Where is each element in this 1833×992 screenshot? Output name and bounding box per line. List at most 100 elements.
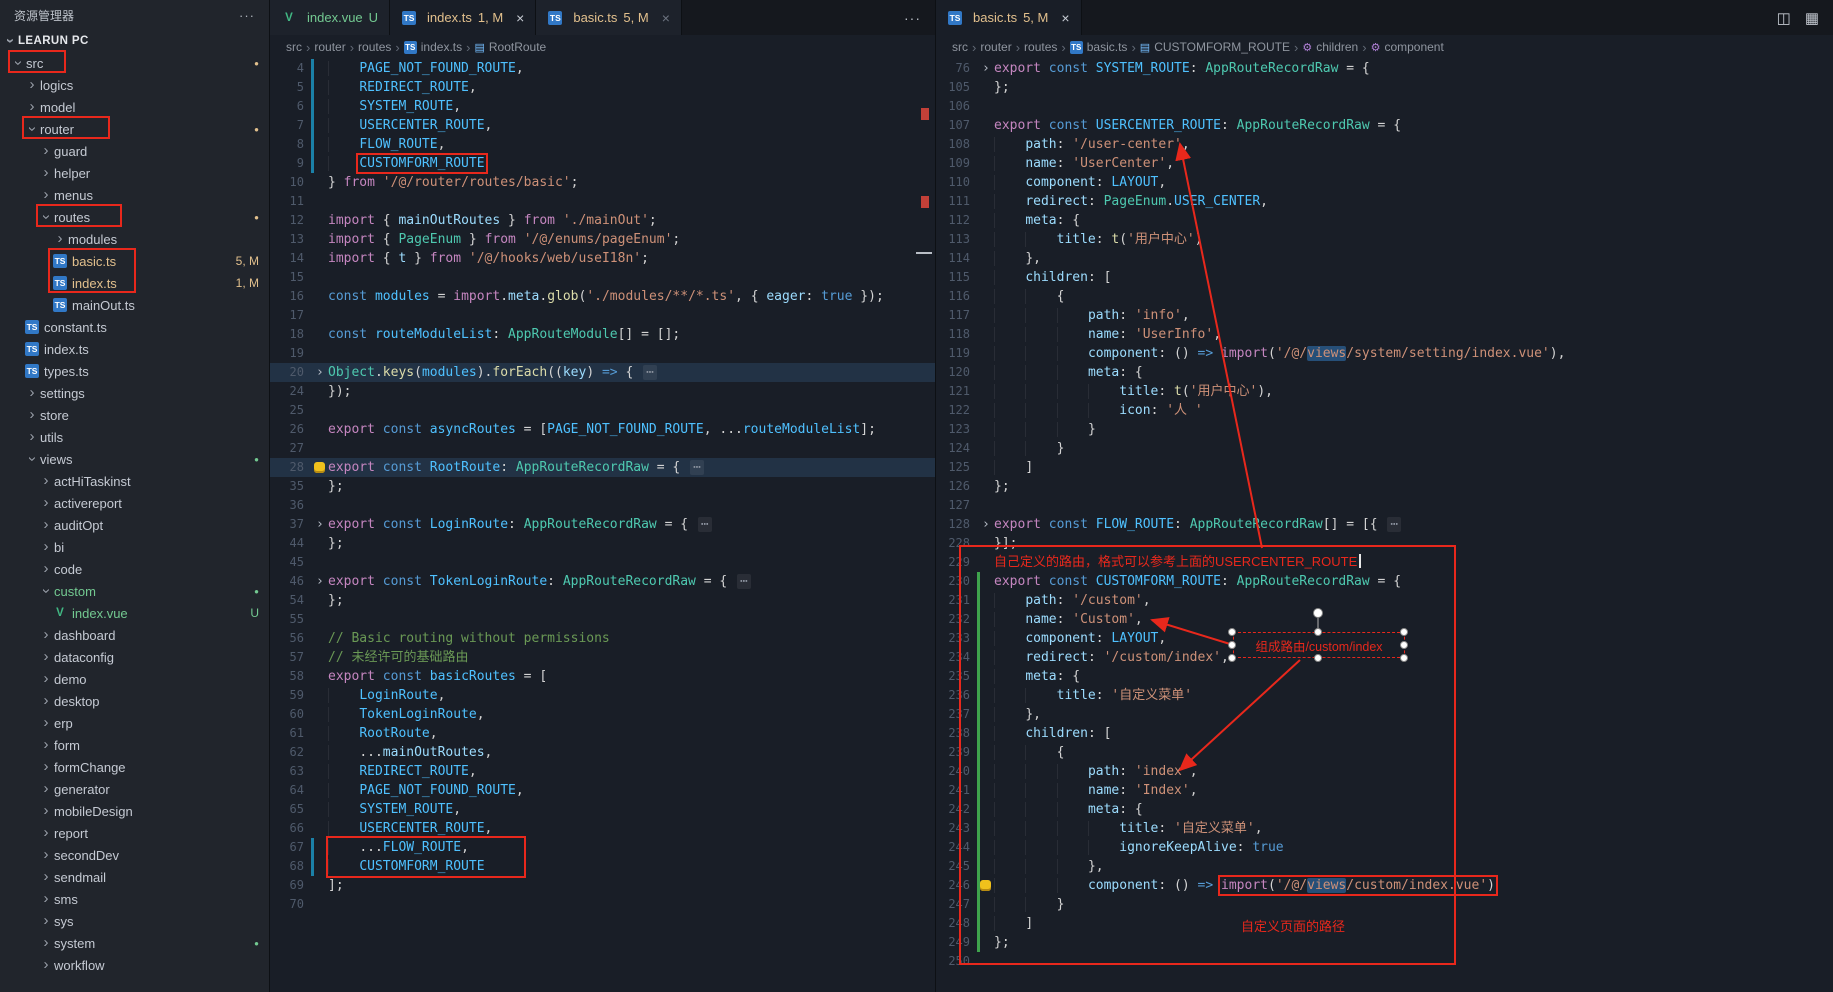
- fold-chevron-icon[interactable]: ›: [316, 572, 324, 591]
- code-line-62[interactable]: 62 ...mainOutRoutes,: [270, 743, 935, 762]
- tree-item-menus[interactable]: ›menus: [0, 184, 269, 206]
- code-line-45[interactable]: 45: [270, 553, 935, 572]
- tree-item-src[interactable]: ›src●: [0, 52, 269, 74]
- editor-right[interactable]: 76›export const SYSTEM_ROUTE: AppRouteRe…: [936, 59, 1833, 971]
- code-line-69[interactable]: 69];: [270, 876, 935, 895]
- code-line-108[interactable]: 108 path: '/user-center',: [936, 135, 1833, 154]
- code-line-14[interactable]: 14import { t } from '/@/hooks/web/useI18…: [270, 249, 935, 268]
- breadcrumb-item-component[interactable]: ⚙component: [1371, 40, 1444, 54]
- code-line-68[interactable]: 68 CUSTOMFORM_ROUTE: [270, 857, 935, 876]
- tree-item-helper[interactable]: ›helper: [0, 162, 269, 184]
- tree-item-erp[interactable]: ›erp: [0, 712, 269, 734]
- code-line-231[interactable]: 231 path: '/custom',: [936, 591, 1833, 610]
- explorer-section-header[interactable]: › LEARUN PC: [0, 30, 269, 52]
- tree-item-views[interactable]: ›views●: [0, 448, 269, 470]
- tree-item-sendmail[interactable]: ›sendmail: [0, 866, 269, 888]
- code-line-35[interactable]: 35};: [270, 477, 935, 496]
- code-line-239[interactable]: 239 {: [936, 743, 1833, 762]
- close-icon[interactable]: ×: [1061, 12, 1069, 24]
- code-line-46[interactable]: 46›export const TokenLoginRoute: AppRout…: [270, 572, 935, 591]
- tree-item-mainOut.ts[interactable]: TSmainOut.ts: [0, 294, 269, 316]
- code-line-113[interactable]: 113 title: t('用户中心'): [936, 230, 1833, 249]
- code-line-25[interactable]: 25: [270, 401, 935, 420]
- tree-item-report[interactable]: ›report: [0, 822, 269, 844]
- code-line-249[interactable]: 249};: [936, 933, 1833, 952]
- tree-item-code[interactable]: ›code: [0, 558, 269, 580]
- code-line-54[interactable]: 54};: [270, 591, 935, 610]
- tree-item-custom[interactable]: ›custom●: [0, 580, 269, 602]
- tab-index.vue[interactable]: Vindex.vueU: [270, 0, 390, 35]
- tab-index.ts[interactable]: TSindex.ts1, M×: [390, 0, 536, 35]
- code-line-123[interactable]: 123 }: [936, 420, 1833, 439]
- code-line-63[interactable]: 63 REDIRECT_ROUTE,: [270, 762, 935, 781]
- fold-chevron-icon[interactable]: ›: [982, 59, 990, 78]
- code-line-36[interactable]: 36: [270, 496, 935, 515]
- code-line-114[interactable]: 114 },: [936, 249, 1833, 268]
- code-line-248[interactable]: 248 ]: [936, 914, 1833, 933]
- tree-item-actHiTaskinst[interactable]: ›actHiTaskinst: [0, 470, 269, 492]
- tree-item-mobileDesign[interactable]: ›mobileDesign: [0, 800, 269, 822]
- code-line-16[interactable]: 16const modules = import.meta.glob('./mo…: [270, 287, 935, 306]
- code-line-56[interactable]: 56// Basic routing without permissions: [270, 629, 935, 648]
- code-line-241[interactable]: 241 name: 'Index',: [936, 781, 1833, 800]
- code-line-12[interactable]: 12import { mainOutRoutes } from './mainO…: [270, 211, 935, 230]
- code-line-4[interactable]: 4 PAGE_NOT_FOUND_ROUTE,: [270, 59, 935, 78]
- code-line-59[interactable]: 59 LoginRoute,: [270, 686, 935, 705]
- code-line-245[interactable]: 245 },: [936, 857, 1833, 876]
- tree-item-router[interactable]: ›router●: [0, 118, 269, 140]
- code-line-119[interactable]: 119 component: () => import('/@/views/sy…: [936, 344, 1833, 363]
- breadcrumb-item-routes[interactable]: routes: [1024, 40, 1057, 54]
- tree-item-secondDev[interactable]: ›secondDev: [0, 844, 269, 866]
- code-line-233[interactable]: 233 component: LAYOUT,: [936, 629, 1833, 648]
- code-line-58[interactable]: 58export const basicRoutes = [: [270, 667, 935, 686]
- breadcrumb-item-children[interactable]: ⚙children: [1302, 40, 1358, 54]
- code-line-124[interactable]: 124 }: [936, 439, 1833, 458]
- code-line-118[interactable]: 118 name: 'UserInfo',: [936, 325, 1833, 344]
- code-line-106[interactable]: 106: [936, 97, 1833, 116]
- lightbulb-icon[interactable]: [314, 462, 325, 473]
- fold-chevron-icon[interactable]: ›: [316, 515, 324, 534]
- code-line-109[interactable]: 109 name: 'UserCenter',: [936, 154, 1833, 173]
- tree-item-generator[interactable]: ›generator: [0, 778, 269, 800]
- code-line-229[interactable]: 229: [936, 553, 1833, 572]
- code-line-232[interactable]: 232 name: 'Custom',: [936, 610, 1833, 629]
- code-line-125[interactable]: 125 ]: [936, 458, 1833, 477]
- tree-item-basic.ts[interactable]: TSbasic.ts5, M: [0, 250, 269, 272]
- code-line-238[interactable]: 238 children: [: [936, 724, 1833, 743]
- code-line-8[interactable]: 8 FLOW_ROUTE,: [270, 135, 935, 154]
- tree-item-form[interactable]: ›form: [0, 734, 269, 756]
- tree-item-store[interactable]: ›store: [0, 404, 269, 426]
- code-line-116[interactable]: 116 {: [936, 287, 1833, 306]
- code-line-28[interactable]: 28›export const RootRoute: AppRouteRecor…: [270, 458, 935, 477]
- code-line-26[interactable]: 26export const asyncRoutes = [PAGE_NOT_F…: [270, 420, 935, 439]
- tree-item-system[interactable]: ›system●: [0, 932, 269, 954]
- code-line-117[interactable]: 117 path: 'info',: [936, 306, 1833, 325]
- code-line-67[interactable]: 67 ...FLOW_ROUTE,: [270, 838, 935, 857]
- tree-item-index.vue[interactable]: Vindex.vueU: [0, 602, 269, 624]
- code-line-240[interactable]: 240 path: 'index',: [936, 762, 1833, 781]
- split-editor-icon[interactable]: ◫: [1777, 9, 1791, 27]
- tree-item-auditOpt[interactable]: ›auditOpt: [0, 514, 269, 536]
- code-line-24[interactable]: 24});: [270, 382, 935, 401]
- tree-item-index.ts[interactable]: TSindex.ts1, M: [0, 272, 269, 294]
- tree-item-sms[interactable]: ›sms: [0, 888, 269, 910]
- tree-item-settings[interactable]: ›settings: [0, 382, 269, 404]
- code-line-107[interactable]: 107export const USERCENTER_ROUTE: AppRou…: [936, 116, 1833, 135]
- tree-item-types.ts[interactable]: TStypes.ts: [0, 360, 269, 382]
- tree-item-activereport[interactable]: ›activereport: [0, 492, 269, 514]
- code-line-5[interactable]: 5 REDIRECT_ROUTE,: [270, 78, 935, 97]
- tab-basic.ts[interactable]: TSbasic.ts5, M×: [536, 0, 682, 35]
- code-line-64[interactable]: 64 PAGE_NOT_FOUND_ROUTE,: [270, 781, 935, 800]
- tree-item-dashboard[interactable]: ›dashboard: [0, 624, 269, 646]
- breadcrumb-item-basic.ts[interactable]: TSbasic.ts: [1070, 40, 1128, 54]
- tree-item-model[interactable]: ›model: [0, 96, 269, 118]
- code-line-243[interactable]: 243 title: '自定义菜单',: [936, 819, 1833, 838]
- tree-item-index.ts[interactable]: TSindex.ts: [0, 338, 269, 360]
- tree-item-workflow[interactable]: ›workflow: [0, 954, 269, 976]
- code-line-110[interactable]: 110 component: LAYOUT,: [936, 173, 1833, 192]
- code-line-122[interactable]: 122 icon: '人 ': [936, 401, 1833, 420]
- breadcrumb-item-CUSTOMFORM_ROUTE[interactable]: ▤CUSTOMFORM_ROUTE: [1140, 40, 1290, 54]
- code-line-17[interactable]: 17: [270, 306, 935, 325]
- breadcrumb-item-RootRoute[interactable]: ▤RootRoute: [474, 40, 546, 54]
- code-line-10[interactable]: 10} from '/@/router/routes/basic';: [270, 173, 935, 192]
